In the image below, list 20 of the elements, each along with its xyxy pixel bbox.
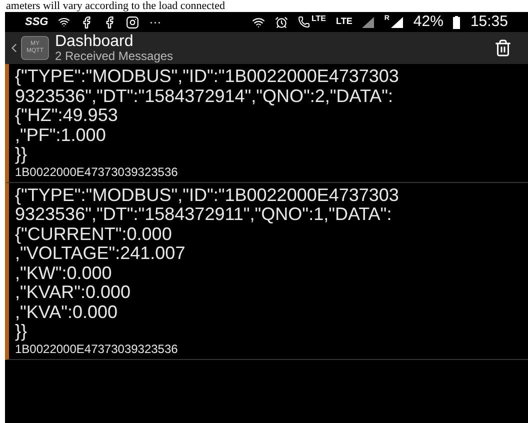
app-subtitle: 2 Received Messages xyxy=(55,50,174,63)
more-label: ··· xyxy=(149,14,162,31)
message-topic: 1B0022000E47373039323536 xyxy=(15,342,179,356)
message-payload: {"TYPE":"MODBUS","ID":"1B0022000E4737303 9323536","DT":"1584372911","QNO":1,"DATA": {"CURRENT":0.000 ,"VOLTAGE":241.007 ,"KW":0.000 ,"KVAR":0.000 ,"KVA":0.000 }} xyxy=(15,186,400,342)
carrier-label: SSG xyxy=(25,14,48,30)
app-title: Dashboard xyxy=(55,33,134,50)
clock: 15:35 xyxy=(470,12,508,32)
call-icon xyxy=(298,16,310,28)
alarm-icon xyxy=(274,16,288,28)
battery-icon xyxy=(453,16,460,28)
camera-icon xyxy=(126,16,140,28)
document-caption: ameters will vary according to the load connected xyxy=(5,0,226,12)
message-topic: 1B0022000E47373039323536 xyxy=(15,164,179,180)
delete-icon[interactable] xyxy=(494,39,512,57)
lte-label: LTE xyxy=(336,15,352,28)
signal-icon xyxy=(362,16,374,28)
signal-icon xyxy=(391,16,404,28)
battery-level: 42% xyxy=(413,12,444,32)
lte-label: LTE xyxy=(312,13,326,25)
message-payload: {"TYPE":"MODBUS","ID":"1B0022000E4737303 9323536","DT":"1584372914","QNO":2,"DATA": {"HZ":49.953 ,"PF":1.000 }} xyxy=(15,67,400,164)
